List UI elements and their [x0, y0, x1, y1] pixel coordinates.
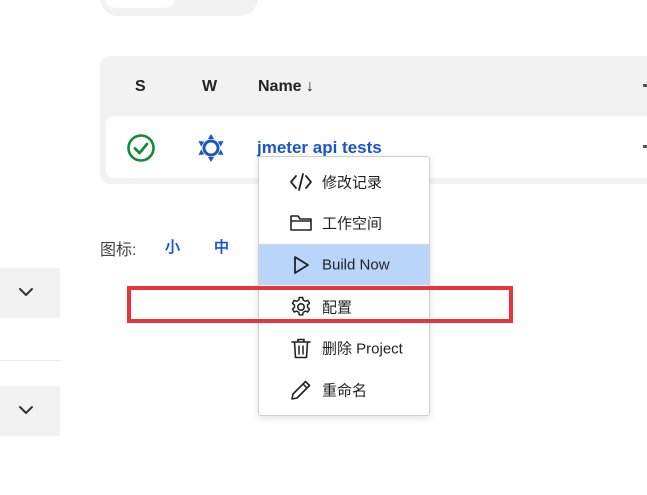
- menu-item-build-now[interactable]: Build Now: [259, 244, 429, 285]
- menu-item-label: 配置: [322, 299, 353, 316]
- sidebar-divider: [0, 360, 60, 361]
- job-link[interactable]: jmeter api tests: [257, 138, 382, 158]
- trash-icon: [291, 338, 311, 358]
- column-header-name[interactable]: Name ↓: [258, 78, 314, 96]
- play-icon: [294, 255, 309, 274]
- icon-size-small[interactable]: 小: [165, 236, 180, 257]
- row-overflow: [643, 145, 647, 148]
- column-header-overflow: [643, 84, 647, 87]
- icon-size-label: 图标:: [100, 242, 137, 259]
- chevron-down-icon: [19, 288, 33, 296]
- column-header-weather[interactable]: W: [202, 78, 217, 96]
- menu-item-label: Build Now: [322, 256, 390, 273]
- icon-size-medium[interactable]: 中: [214, 236, 229, 257]
- menu-item-label: 工作空间: [322, 215, 383, 232]
- code-icon: [290, 172, 312, 191]
- job-context-menu: 修改记录 工作空间 Build Now 配置 删除 Project 重命名: [258, 156, 430, 416]
- column-header-status[interactable]: S: [135, 78, 146, 96]
- sunny-icon: [198, 134, 224, 162]
- success-check-icon: [127, 134, 155, 162]
- menu-item-label: 删除 Project: [322, 340, 403, 357]
- menu-item-rename[interactable]: 重命名: [259, 369, 429, 410]
- gear-icon: [291, 296, 311, 316]
- sidebar-collapse-toggle[interactable]: [0, 268, 60, 318]
- folder-icon: [290, 214, 312, 231]
- menu-item-changes[interactable]: 修改记录: [259, 161, 429, 202]
- menu-item-label: 重命名: [322, 382, 368, 399]
- search-bar-inner: [104, 0, 176, 8]
- menu-item-workspace[interactable]: 工作空间: [259, 202, 429, 243]
- chevron-down-icon: [19, 406, 33, 414]
- sidebar-collapse-toggle-2[interactable]: [0, 386, 60, 436]
- menu-item-configure[interactable]: 配置: [259, 286, 429, 327]
- pencil-icon: [291, 380, 311, 400]
- menu-item-delete-project[interactable]: 删除 Project: [259, 327, 429, 368]
- menu-item-label: 修改记录: [322, 174, 383, 191]
